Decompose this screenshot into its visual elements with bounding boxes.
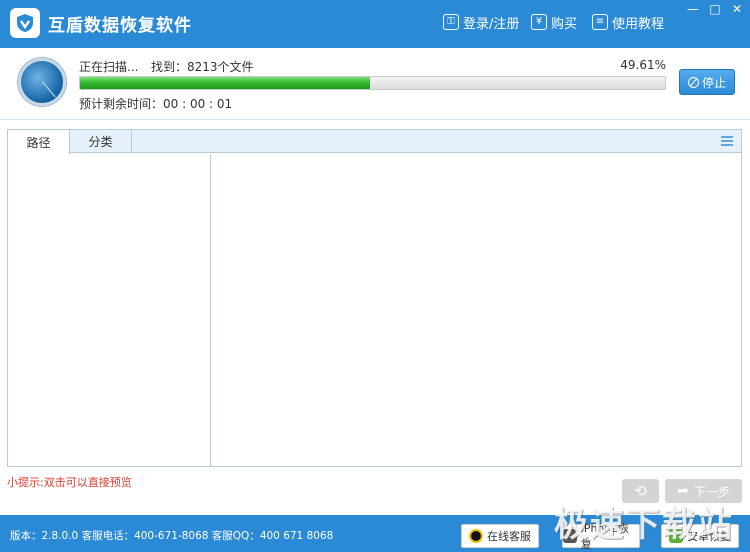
maximize-button[interactable]: □ (706, 2, 724, 16)
back-icon: ⟲ (634, 482, 647, 500)
yen-icon: ¥ (531, 14, 547, 30)
scan-status: 正在扫描... (79, 60, 139, 74)
iphone-recovery-button[interactable]: iPhone恢复 (562, 522, 640, 551)
close-button[interactable]: ✕ (728, 2, 746, 16)
qq-icon (469, 529, 483, 543)
iphone-recovery-label: iPhone恢复 (580, 522, 629, 551)
tab-path[interactable]: 路径 (8, 130, 70, 154)
radar-icon (18, 58, 66, 106)
online-service-button[interactable]: 在线客服 (461, 524, 539, 548)
tab-category-label: 分类 (88, 135, 113, 149)
version-contact-text: 版本：2.8.0.0 客服电话：400-671-8068 客服QQ：400 67… (10, 530, 334, 542)
login-button[interactable]: ⚿ 登录/注册 (443, 12, 519, 32)
status-bar: 版本：2.8.0.0 客服电话：400-671-8068 客服QQ：400 67… (0, 515, 750, 552)
list-menu-icon[interactable] (721, 136, 733, 146)
android-recovery-button[interactable]: 安卓恢复 (661, 524, 739, 548)
tab-category[interactable]: 分类 (70, 130, 132, 153)
title-bar: 互盾数据恢复软件 ⚿ 登录/注册 ¥ 购买 ≡ 使用教程 — □ ✕ (0, 0, 750, 48)
online-service-label: 在线客服 (487, 530, 531, 543)
scan-progress-fill (80, 77, 371, 89)
tab-bar: 路径 分类 (8, 130, 741, 154)
key-icon: ⚿ (443, 14, 459, 30)
tutorial-button[interactable]: ≡ 使用教程 (592, 12, 664, 32)
arrow-right-icon: ➦ (677, 483, 689, 499)
folder-tree-pane[interactable] (8, 154, 211, 466)
minimize-button[interactable]: — (684, 2, 702, 16)
back-button[interactable]: ⟲ (622, 479, 659, 503)
app-title: 互盾数据恢复软件 (48, 16, 192, 36)
android-icon (669, 529, 683, 543)
stop-label: 停止 (701, 75, 726, 90)
found-count: 找到：8213个文件 (151, 60, 254, 74)
scan-progress-bar (79, 76, 666, 90)
stop-button[interactable]: 停止 (679, 69, 735, 95)
android-recovery-label: 安卓恢复 (687, 530, 731, 543)
login-label: 登录/注册 (463, 16, 520, 32)
scan-percent: 49.61% (620, 58, 666, 72)
stop-icon (687, 76, 699, 88)
next-step-label: 下一步 (693, 484, 730, 499)
phone-icon (563, 529, 577, 543)
buy-button[interactable]: ¥ 购买 (531, 12, 577, 32)
scan-area: 正在扫描... 找到：8213个文件 49.61% 预计剩余时间：00 : 00… (0, 48, 750, 120)
tab-path-label: 路径 (26, 135, 51, 150)
results-panel: 路径 分类 (7, 129, 742, 467)
document-icon: ≡ (592, 14, 608, 30)
remaining-time: 预计剩余时间：00 : 00 : 01 (79, 97, 233, 111)
file-list-pane[interactable] (212, 154, 741, 466)
next-step-button[interactable]: ➦ 下一步 (665, 479, 742, 503)
buy-label: 购买 (551, 16, 578, 32)
app-logo-icon (10, 8, 40, 38)
hint-text: 小提示:双击可以直接预览 (7, 476, 132, 489)
tutorial-label: 使用教程 (612, 16, 665, 32)
